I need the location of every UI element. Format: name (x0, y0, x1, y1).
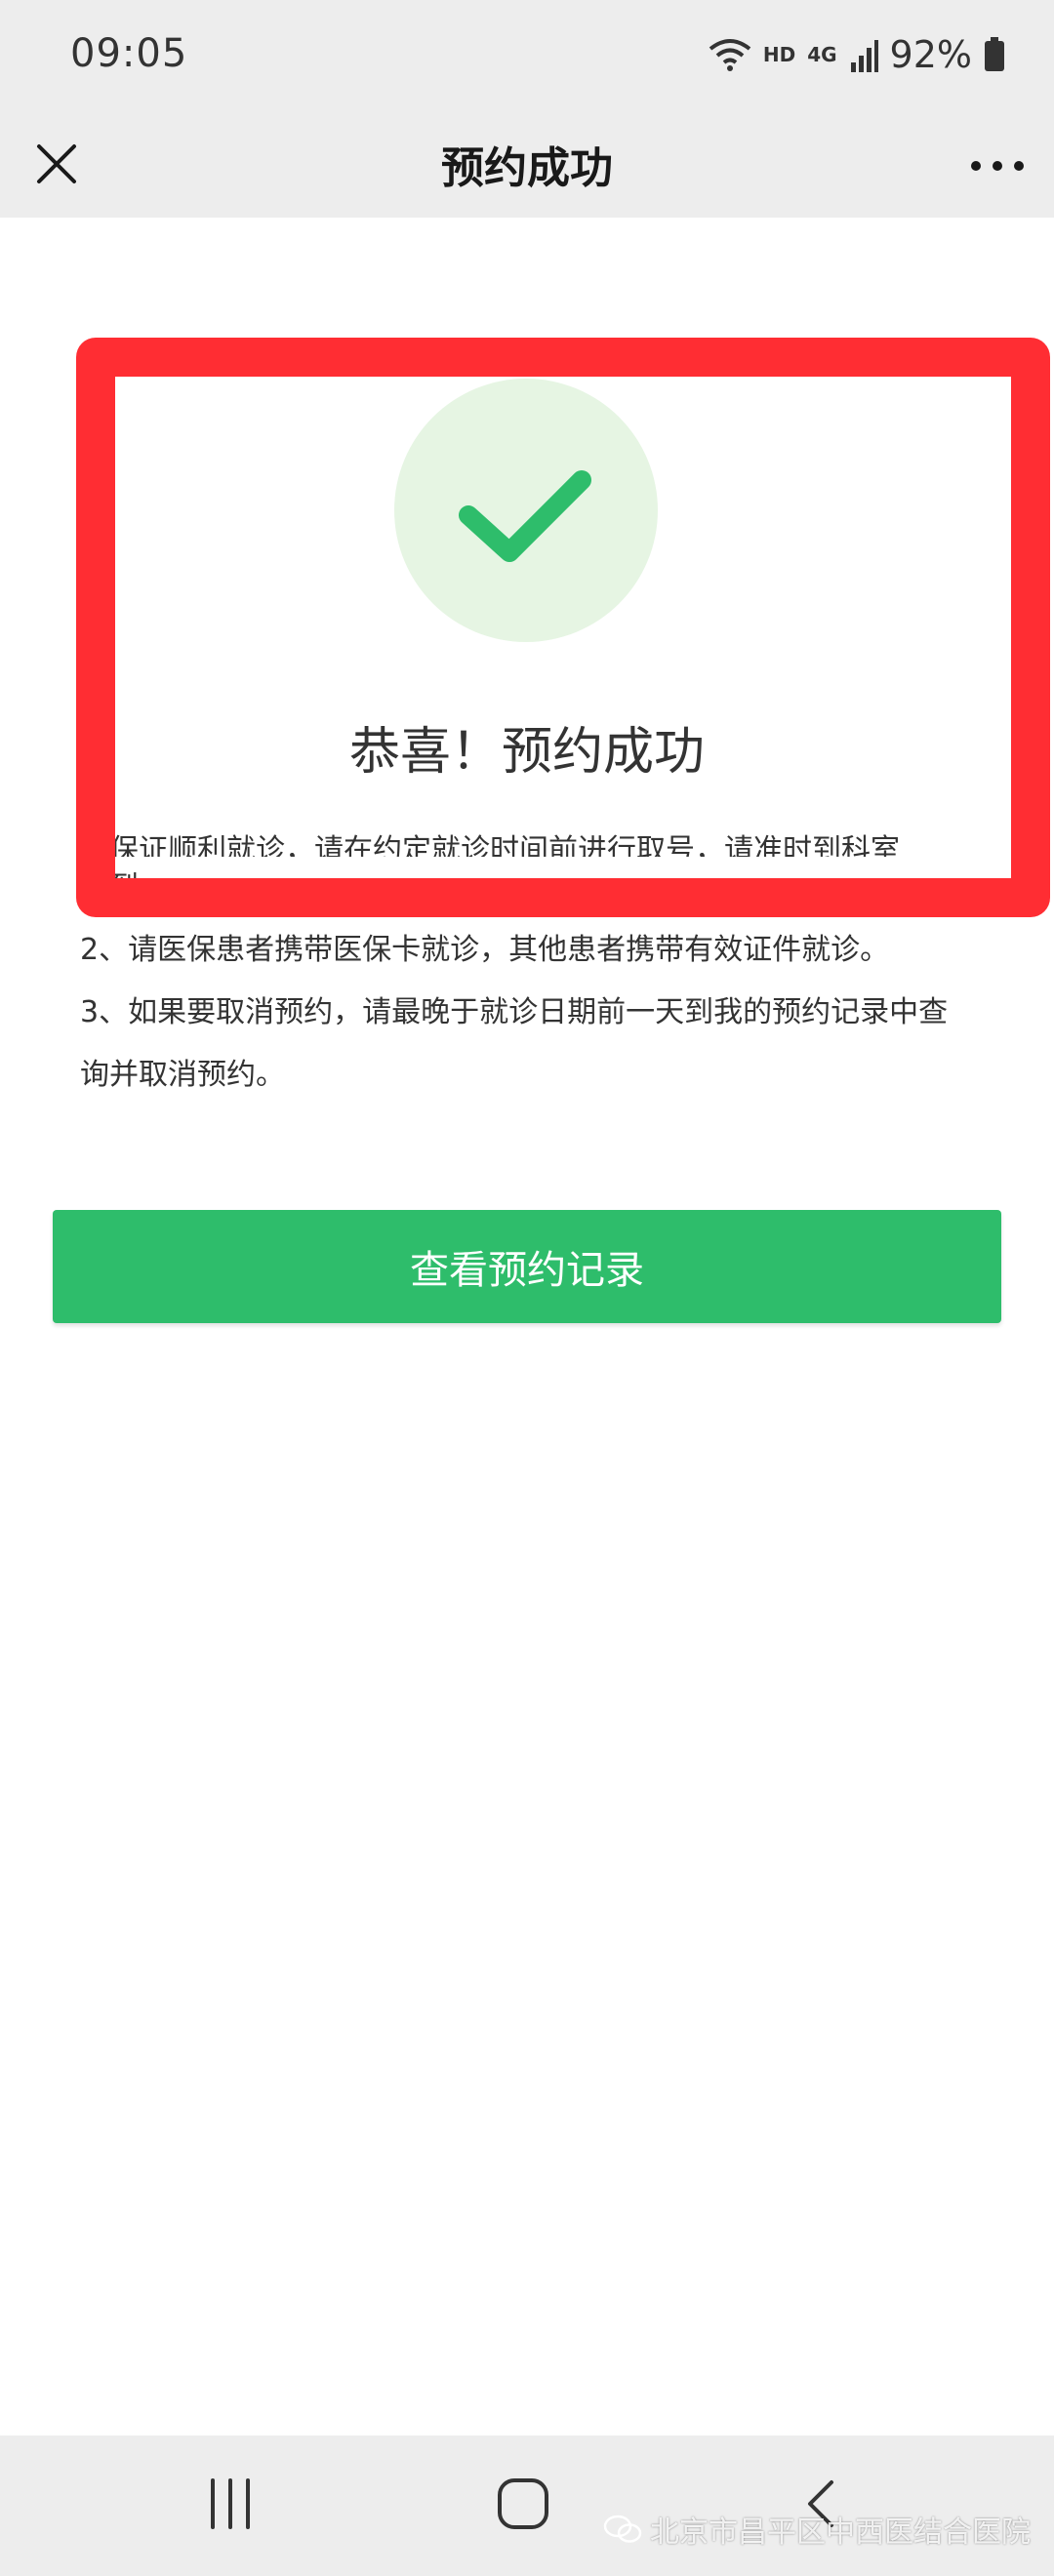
page-title: 预约成功 (441, 143, 613, 193)
note-3: 3、如果要取消预约，请最晚于就诊日期前一天到我的预约记录中查 (80, 995, 949, 1029)
more-button[interactable] (966, 135, 1029, 197)
check-icon (459, 470, 591, 562)
status-bar: 09:05 HD 4G 92% (0, 0, 1054, 115)
note-3-cont: 询并取消预约。 (80, 1058, 285, 1092)
status-indicators: HD 4G 92% (709, 27, 1005, 82)
success-title: 恭喜！预约成功 (348, 723, 705, 782)
home-icon[interactable] (494, 2475, 552, 2533)
recents-icon[interactable] (203, 2475, 258, 2533)
success-badge (394, 379, 658, 642)
note-1-cont: 签到。 (80, 870, 168, 905)
watermark: 北京市昌平区中西医结合医院 (603, 2508, 1031, 2551)
status-time: 09:05 (70, 31, 188, 76)
hd-indicator: HD (762, 43, 796, 66)
note-2: 2、请医保患者携带医保卡就诊，其他患者携带有效证件就诊。 (80, 933, 890, 967)
watermark-text: 北京市昌平区中西医结合医院 (650, 2516, 1031, 2550)
note-1: 为保证顺利就诊，请在约定就诊时间前进行取号，请准时到科室 (80, 833, 900, 857)
notes: 为保证顺利就诊，请在约定就诊时间前进行取号，请准时到科室 签到。 2、请医保患者… (80, 820, 978, 1107)
battery-icon (985, 37, 1004, 71)
more-icon (971, 161, 1024, 171)
signal-icon (850, 40, 878, 72)
wifi-icon (709, 39, 751, 71)
network-type: 4G (807, 43, 837, 66)
battery-percent: 92% (889, 33, 972, 76)
nav-bar: 预约成功 (0, 115, 1054, 218)
system-nav-bar (0, 2435, 1054, 2576)
wechat-icon (603, 2515, 642, 2543)
view-records-button[interactable]: 查看预约记录 (53, 1210, 1001, 1323)
